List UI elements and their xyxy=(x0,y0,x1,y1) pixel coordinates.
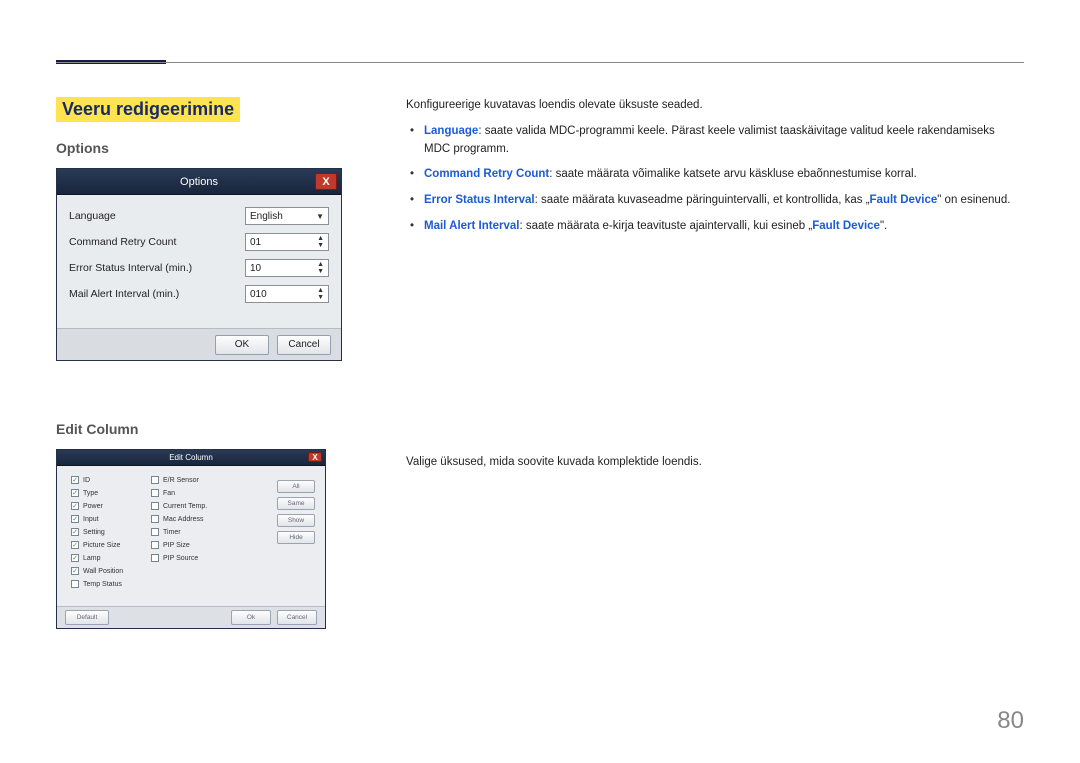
editcolumn-col2: E/R Sensor Fan Current Temp. Mac Address… xyxy=(151,476,241,606)
editcolumn-col1: ✓ID ✓Type ✓Power ✓Input ✓Setting ✓Pictur… xyxy=(71,476,151,606)
default-button[interactable]: Default xyxy=(65,610,109,625)
editcolumn-cancel-button[interactable]: Cancel xyxy=(277,610,317,625)
errint-label: Error Status Interval (min.) xyxy=(69,262,192,274)
chevron-down-icon: ▼ xyxy=(316,212,324,221)
spinner-icon: ▲▼ xyxy=(317,261,324,275)
chk-currenttemp[interactable]: Current Temp. xyxy=(151,502,241,510)
same-button[interactable]: Same xyxy=(277,497,315,510)
editcolumn-title-text: Edit Column xyxy=(169,453,213,462)
fault-device-1: Fault Device xyxy=(870,194,938,206)
bullet-language: Language: saate valida MDC-programmi kee… xyxy=(424,123,1024,159)
spinner-icon: ▲▼ xyxy=(317,235,324,249)
options-dialog: Options X Language English ▼ Command Ret… xyxy=(56,168,342,361)
chk-input[interactable]: ✓Input xyxy=(71,515,151,523)
language-label: Language xyxy=(69,210,116,222)
language-select[interactable]: English ▼ xyxy=(245,207,329,225)
options-body: Language English ▼ Command Retry Count 0… xyxy=(57,195,341,303)
editcolumn-subheading: Edit Column xyxy=(56,421,366,437)
spinner-icon: ▲▼ xyxy=(317,287,324,301)
chk-type[interactable]: ✓Type xyxy=(71,489,151,497)
editcolumn-ok-button[interactable]: Ok xyxy=(231,610,271,625)
editcolumn-title: Edit Column X xyxy=(57,450,325,466)
editcolumn-intro: Valige üksused, mida soovite kuvada komp… xyxy=(406,454,1024,472)
chk-fan[interactable]: Fan xyxy=(151,489,241,497)
show-button[interactable]: Show xyxy=(277,514,315,527)
errint-stepper[interactable]: 10 ▲▼ xyxy=(245,259,329,277)
option-row-mailint: Mail Alert Interval (min.) 010 ▲▼ xyxy=(69,285,329,303)
content-area: Veeru redigeerimine Options Options X La… xyxy=(56,97,1024,629)
language-value: English xyxy=(250,211,283,222)
option-row-language: Language English ▼ xyxy=(69,207,329,225)
chk-wallpos[interactable]: ✓Wall Position xyxy=(71,567,151,575)
chk-pipsource[interactable]: PIP Source xyxy=(151,554,241,562)
all-button[interactable]: All xyxy=(277,480,315,493)
bullet-errint: Error Status Interval: saate määrata kuv… xyxy=(424,192,1024,210)
right-column: Konfigureerige kuvatavas loendis olevate… xyxy=(406,97,1024,629)
chk-setting[interactable]: ✓Setting xyxy=(71,528,151,536)
options-subheading: Options xyxy=(56,140,366,156)
editcolumn-sidebuttons: All Same Show Hide xyxy=(241,476,317,606)
term-mailint: Mail Alert Interval xyxy=(424,220,519,232)
term-language: Language xyxy=(424,125,478,137)
options-intro: Konfigureerige kuvatavas loendis olevate… xyxy=(406,97,1024,115)
header-rule xyxy=(56,62,1024,63)
editcolumn-body: ✓ID ✓Type ✓Power ✓Input ✓Setting ✓Pictur… xyxy=(57,466,325,606)
term-retry: Command Retry Count xyxy=(424,168,549,180)
chk-pipsize[interactable]: PIP Size xyxy=(151,541,241,549)
chk-id[interactable]: ✓ID xyxy=(71,476,151,484)
editcolumn-dialog: Edit Column X ✓ID ✓Type ✓Power ✓Input ✓S… xyxy=(56,449,326,629)
mailint-stepper[interactable]: 010 ▲▼ xyxy=(245,285,329,303)
options-close-button[interactable]: X xyxy=(315,173,337,190)
options-cancel-button[interactable]: Cancel xyxy=(277,335,331,355)
bullet-retry: Command Retry Count: saate määrata võima… xyxy=(424,166,1024,184)
term-errint: Error Status Interval xyxy=(424,194,535,206)
chk-power[interactable]: ✓Power xyxy=(71,502,151,510)
section-heading: Veeru redigeerimine xyxy=(56,97,240,122)
chk-mac[interactable]: Mac Address xyxy=(151,515,241,523)
options-footer: OK Cancel xyxy=(57,328,341,360)
bullet-mailint: Mail Alert Interval: saate määrata e-kir… xyxy=(424,218,1024,236)
retry-label: Command Retry Count xyxy=(69,236,176,248)
chk-ersensor[interactable]: E/R Sensor xyxy=(151,476,241,484)
chk-tempstatus[interactable]: Temp Status xyxy=(71,580,151,588)
editcolumn-close-button[interactable]: X xyxy=(308,452,322,462)
options-bullets: Language: saate valida MDC-programmi kee… xyxy=(406,123,1024,236)
retry-stepper[interactable]: 01 ▲▼ xyxy=(245,233,329,251)
left-column: Veeru redigeerimine Options Options X La… xyxy=(56,97,366,629)
chk-timer[interactable]: Timer xyxy=(151,528,241,536)
mailint-value: 010 xyxy=(250,289,267,300)
editcolumn-footer: Default Ok Cancel xyxy=(57,606,325,628)
fault-device-2: Fault Device xyxy=(812,220,880,232)
chk-lamp[interactable]: ✓Lamp xyxy=(71,554,151,562)
chk-picturesize[interactable]: ✓Picture Size xyxy=(71,541,151,549)
option-row-errint: Error Status Interval (min.) 10 ▲▼ xyxy=(69,259,329,277)
options-ok-button[interactable]: OK xyxy=(215,335,269,355)
options-dialog-title: Options X xyxy=(57,169,341,195)
mailint-label: Mail Alert Interval (min.) xyxy=(69,288,179,300)
errint-value: 10 xyxy=(250,263,261,274)
hide-button[interactable]: Hide xyxy=(277,531,315,544)
retry-value: 01 xyxy=(250,237,261,248)
page-number: 80 xyxy=(997,707,1024,735)
option-row-retry: Command Retry Count 01 ▲▼ xyxy=(69,233,329,251)
options-dialog-title-text: Options xyxy=(180,176,218,188)
